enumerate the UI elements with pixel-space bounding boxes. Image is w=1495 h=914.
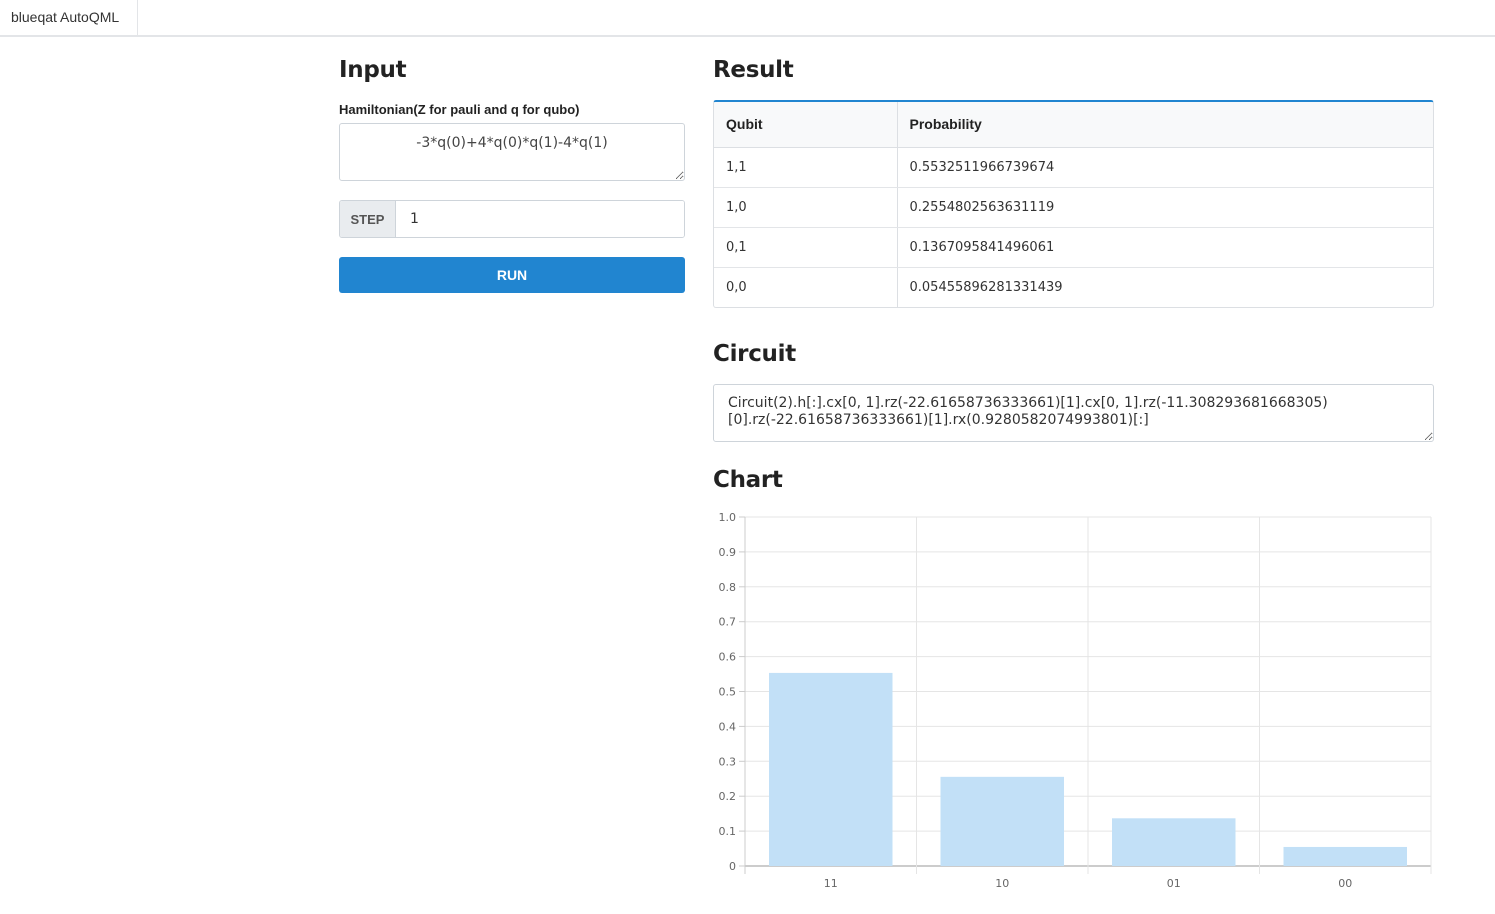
step-label: STEP <box>340 201 396 237</box>
result-heading: Result <box>713 57 794 83</box>
table-row: 0,1 0.1367095841496061 <box>714 227 1433 268</box>
hamiltonian-label: Hamiltonian(Z for pauli and q for qubo) <box>339 102 580 117</box>
column-header-qubit: Qubit <box>714 102 898 148</box>
column-header-probability: Probability <box>897 102 1433 148</box>
probability-bar-chart: 0 0.1 0.2 0.3 0.4 0.5 0.6 0.7 0.8 0.9 1.0 11 10 01 00 <box>713 505 1443 905</box>
y-tick-label: 0 <box>729 860 736 873</box>
probability-cell: 0.2554802563631119 <box>897 187 1433 228</box>
result-table: Qubit Probability 1,1 0.5532511966739674… <box>713 100 1434 308</box>
y-tick-label: 0.3 <box>719 755 737 768</box>
app-brand[interactable]: blueqat AutoQML <box>0 0 138 35</box>
hamiltonian-input[interactable]: -3*q(0)+4*q(0)*q(1)-4*q(1) <box>339 123 685 181</box>
chart-heading: Chart <box>713 467 783 493</box>
y-tick-label: 0.9 <box>719 546 737 559</box>
table-row: 1,1 0.5532511966739674 <box>714 147 1433 188</box>
bar <box>769 672 893 866</box>
circuit-output[interactable]: Circuit(2).h[:].cx[0, 1].rz(-22.61658736… <box>713 384 1434 442</box>
x-tick-label: 00 <box>1338 877 1352 890</box>
table-row: 0,0 0.05455896281331439 <box>714 267 1433 307</box>
qubit-cell: 0,1 <box>714 227 898 268</box>
qubit-cell: 1,0 <box>714 187 898 228</box>
table-header-row: Qubit Probability <box>714 102 1433 148</box>
y-tick-label: 0.4 <box>719 720 737 733</box>
y-tick-label: 0.8 <box>719 581 737 594</box>
x-tick-label: 01 <box>1167 877 1181 890</box>
y-tick-label: 0.5 <box>719 686 737 699</box>
bar <box>1283 846 1407 866</box>
input-heading: Input <box>339 57 407 83</box>
y-tick-label: 0.1 <box>719 825 737 838</box>
table-row: 1,0 0.2554802563631119 <box>714 187 1433 228</box>
y-tick-label: 1.0 <box>719 511 737 524</box>
probability-cell: 0.5532511966739674 <box>897 147 1433 188</box>
qubit-cell: 1,1 <box>714 147 898 188</box>
probability-cell: 0.05455896281331439 <box>909 279 1063 295</box>
bar <box>940 776 1064 866</box>
circuit-heading: Circuit <box>713 341 796 367</box>
qubit-cell: 0,0 <box>714 267 898 307</box>
run-button[interactable]: RUN <box>339 257 685 293</box>
chart-canvas: 0 0.1 0.2 0.3 0.4 0.5 0.6 0.7 0.8 0.9 1.0 11 10 01 00 <box>719 511 1432 890</box>
probability-cell: 0.1367095841496061 <box>897 227 1433 268</box>
step-input[interactable] <box>396 201 684 237</box>
bar <box>1112 818 1236 866</box>
x-tick-label: 11 <box>824 877 838 890</box>
step-input-group: STEP <box>339 200 685 238</box>
y-tick-label: 0.7 <box>719 616 737 629</box>
y-tick-label: 0.6 <box>719 651 737 664</box>
x-tick-label: 10 <box>995 877 1009 890</box>
y-tick-label: 0.2 <box>719 790 737 803</box>
top-navbar: blueqat AutoQML <box>0 0 1495 37</box>
